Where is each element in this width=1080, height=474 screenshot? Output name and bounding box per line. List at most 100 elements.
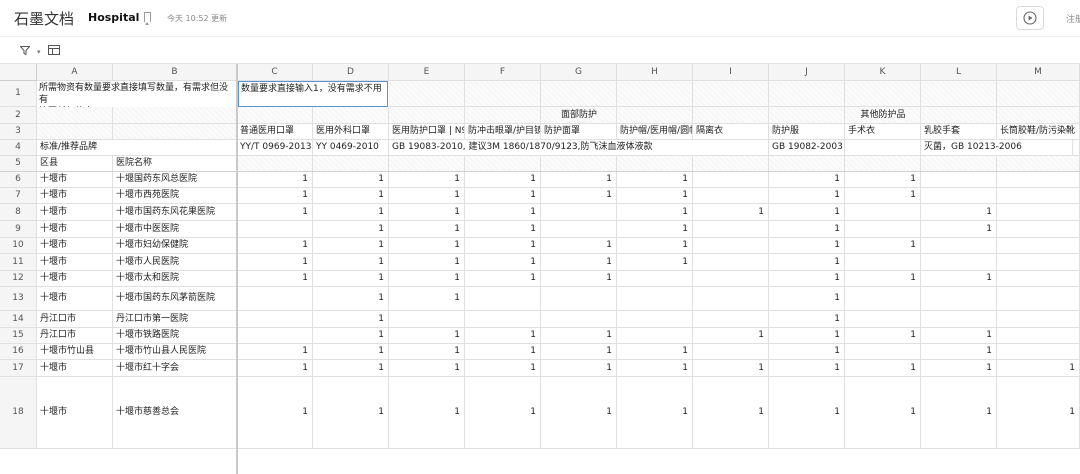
- quantity-cell-j[interactable]: 1: [769, 221, 845, 238]
- quantity-cell-h[interactable]: 1: [617, 360, 693, 377]
- item-header-d[interactable]: 医用外科口罩: [313, 124, 389, 140]
- register-link[interactable]: 注册: [1066, 12, 1080, 25]
- column-header-c[interactable]: C: [237, 64, 313, 81]
- row-header-16[interactable]: 16: [0, 344, 37, 360]
- quantity-cell-i[interactable]: [693, 254, 769, 271]
- quantity-cell-c[interactable]: [237, 287, 313, 311]
- row-header-7[interactable]: 7: [0, 188, 37, 204]
- quantity-cell-i[interactable]: [693, 344, 769, 360]
- quantity-cell-g[interactable]: 1: [541, 188, 617, 204]
- cell-e1[interactable]: [389, 81, 465, 107]
- column-header-f[interactable]: F: [465, 64, 541, 81]
- quantity-cell-g[interactable]: [541, 221, 617, 238]
- column-header-l[interactable]: L: [921, 64, 997, 81]
- cell-g1[interactable]: [541, 81, 617, 107]
- district-cell[interactable]: 十堰市: [37, 360, 113, 377]
- item-header-i[interactable]: 隔离衣: [693, 124, 769, 140]
- district-cell[interactable]: 十堰市: [37, 204, 113, 221]
- quantity-cell-m[interactable]: 1: [997, 377, 1080, 449]
- cell-g5[interactable]: [541, 156, 617, 172]
- district-cell[interactable]: 十堰市: [37, 238, 113, 254]
- quantity-cell-m[interactable]: [997, 188, 1080, 204]
- quantity-cell-g[interactable]: 1: [541, 328, 617, 344]
- app-logo[interactable]: 石墨文档: [14, 8, 74, 29]
- cell-m2[interactable]: [997, 107, 1080, 124]
- quantity-cell-h[interactable]: 1: [617, 377, 693, 449]
- hospital-name-cell[interactable]: 十堰市慈善总会: [113, 377, 237, 449]
- quantity-cell-e[interactable]: 1: [389, 271, 465, 287]
- cell-e5[interactable]: [389, 156, 465, 172]
- quantity-cell-d[interactable]: 1: [313, 221, 389, 238]
- quantity-cell-e[interactable]: 1: [389, 221, 465, 238]
- quantity-cell-g[interactable]: 1: [541, 360, 617, 377]
- district-cell[interactable]: 十堰市: [37, 377, 113, 449]
- quantity-cell-j[interactable]: 1: [769, 287, 845, 311]
- quantity-cell-e[interactable]: 1: [389, 360, 465, 377]
- quantity-cell-i[interactable]: [693, 287, 769, 311]
- quantity-cell-h[interactable]: 1: [617, 254, 693, 271]
- quantity-cell-d[interactable]: 1: [313, 344, 389, 360]
- row-header-8[interactable]: 8: [0, 204, 37, 221]
- quantity-cell-d[interactable]: 1: [313, 360, 389, 377]
- column-header-e[interactable]: E: [389, 64, 465, 81]
- quantity-cell-e[interactable]: 1: [389, 328, 465, 344]
- quantity-cell-k[interactable]: [845, 344, 921, 360]
- column-header-i[interactable]: I: [693, 64, 769, 81]
- quantity-cell-c[interactable]: 1: [237, 238, 313, 254]
- row-header-2[interactable]: 2: [0, 107, 37, 124]
- row-header-17[interactable]: 17: [0, 360, 37, 377]
- row-header-3[interactable]: 3: [0, 124, 37, 140]
- quantity-cell-h[interactable]: 1: [617, 204, 693, 221]
- quantity-cell-m[interactable]: [997, 311, 1080, 328]
- row-header-13[interactable]: 13: [0, 287, 37, 311]
- quantity-cell-l[interactable]: [921, 188, 997, 204]
- filter-icon[interactable]: [20, 46, 30, 55]
- hospital-name-cell[interactable]: 丹江口市第一医院: [113, 311, 237, 328]
- quantity-cell-d[interactable]: 1: [313, 172, 389, 188]
- quantity-cell-c[interactable]: 1: [237, 172, 313, 188]
- quantity-cell-i[interactable]: [693, 311, 769, 328]
- quantity-cell-j[interactable]: 1: [769, 254, 845, 271]
- quantity-cell-i[interactable]: [693, 238, 769, 254]
- hospital-name-cell[interactable]: 十堰国药东风总医院: [113, 172, 237, 188]
- freeze-column-divider[interactable]: [236, 64, 238, 474]
- quantity-cell-j[interactable]: 1: [769, 344, 845, 360]
- quantity-cell-f[interactable]: 1: [465, 377, 541, 449]
- quantity-cell-g[interactable]: [541, 204, 617, 221]
- item-header-k[interactable]: 手术衣: [845, 124, 921, 140]
- quantity-cell-j[interactable]: 1: [769, 328, 845, 344]
- row-header-10[interactable]: 10: [0, 238, 37, 254]
- district-cell[interactable]: 十堰市: [37, 254, 113, 271]
- quantity-cell-h[interactable]: 1: [617, 344, 693, 360]
- quantity-cell-h[interactable]: [617, 311, 693, 328]
- chevron-down-icon[interactable]: ▾: [37, 48, 41, 56]
- quantity-cell-l[interactable]: 1: [921, 221, 997, 238]
- quantity-cell-j[interactable]: 1: [769, 204, 845, 221]
- quantity-cell-h[interactable]: [617, 271, 693, 287]
- column-header-g[interactable]: G: [541, 64, 617, 81]
- item-header-e[interactable]: 医用防护口罩 | N95: [389, 124, 465, 140]
- hospital-name-cell[interactable]: 十堰市中医医院: [113, 221, 237, 238]
- cell-l5[interactable]: [921, 156, 997, 172]
- cell-h5[interactable]: [617, 156, 693, 172]
- quantity-cell-i[interactable]: [693, 172, 769, 188]
- district-cell[interactable]: 十堰市: [37, 172, 113, 188]
- item-header-l[interactable]: 乳胶手套: [921, 124, 997, 140]
- cell-d2[interactable]: [313, 107, 389, 124]
- cell-f1[interactable]: [465, 81, 541, 107]
- column-header-k[interactable]: K: [845, 64, 921, 81]
- quantity-cell-d[interactable]: 1: [313, 377, 389, 449]
- cell-a3[interactable]: [37, 124, 113, 140]
- row-header-15[interactable]: 15: [0, 328, 37, 344]
- quantity-cell-l[interactable]: 1: [921, 377, 997, 449]
- quantity-cell-k[interactable]: [845, 221, 921, 238]
- row-header-4[interactable]: 4: [0, 140, 37, 156]
- cell-d5[interactable]: [313, 156, 389, 172]
- quantity-cell-d[interactable]: 1: [313, 254, 389, 271]
- quantity-cell-h[interactable]: 1: [617, 221, 693, 238]
- quantity-cell-e[interactable]: 1: [389, 254, 465, 271]
- quantity-cell-i[interactable]: [693, 271, 769, 287]
- quantity-cell-c[interactable]: 1: [237, 271, 313, 287]
- quantity-cell-k[interactable]: [845, 254, 921, 271]
- quantity-cell-g[interactable]: [541, 311, 617, 328]
